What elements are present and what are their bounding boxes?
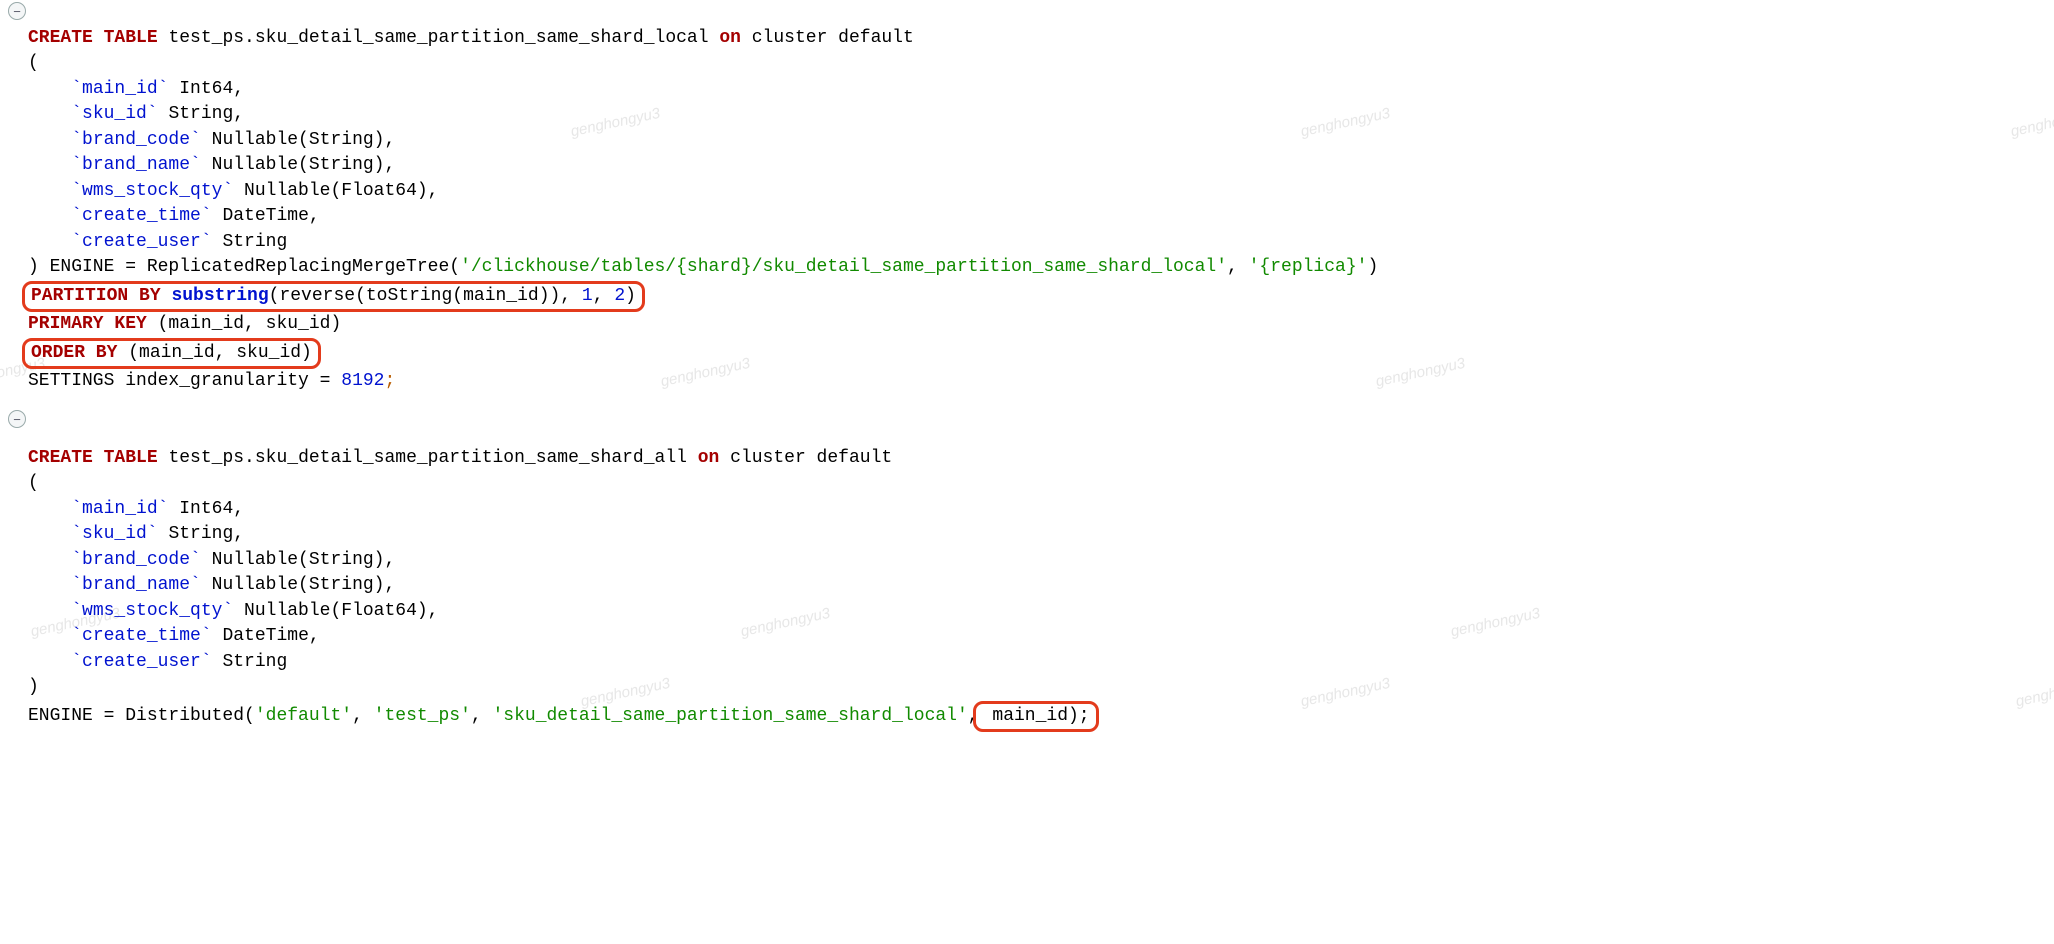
number-literal: 1 [582,286,593,306]
string-literal: '/clickhouse/tables/{shard}/sku_detail_s… [460,257,1227,277]
cluster-clause: cluster default [741,28,914,48]
kw-table: TABLE [104,448,158,468]
settings-clause: SETTINGS index_granularity = [28,371,341,391]
string-literal: 'test_ps' [374,706,471,726]
paren-open: ( [28,53,39,73]
column-wms-stock-qty: `wms_stock_qty` [71,601,233,621]
kw-create: CREATE [28,448,93,468]
paren-open: ( [28,473,39,493]
paren-close: ) [625,286,636,306]
comma: , [593,286,615,306]
paren-close: ) [1367,257,1378,277]
string-literal: '{replica}' [1249,257,1368,277]
column-type: String [212,232,288,252]
highlight-order-by: ORDER BY (main_id, sku_id) [22,338,321,370]
column-type: Nullable(String), [201,550,395,570]
string-literal: 'default' [255,706,352,726]
column-sku-id: `sku_id` [71,524,157,544]
column-type: String, [158,104,244,124]
number-literal: 8192 [341,371,384,391]
highlight-partition-by: PARTITION BY substring(reverse(toString(… [22,281,645,313]
kw-on: on [698,448,720,468]
column-type: Int64, [168,79,244,99]
column-type: Nullable(String), [201,155,395,175]
column-create-time: `create_time` [71,206,211,226]
kw-table: TABLE [104,28,158,48]
fold-minus-icon[interactable]: − [8,410,26,428]
column-brand-name: `brand_name` [71,155,201,175]
order-by-cols: (main_id, sku_id) [117,343,311,363]
table-name: test_ps.sku_detail_same_partition_same_s… [158,448,698,468]
number-literal: 2 [614,286,625,306]
paren-close: ) [28,677,39,697]
table-name: test_ps.sku_detail_same_partition_same_s… [158,28,720,48]
comma: , [1227,257,1249,277]
fold-minus-icon[interactable]: − [8,2,26,20]
shard-key-text: main_id); [982,706,1090,726]
kw-create: CREATE [28,28,93,48]
kw-partition-by: PARTITION BY [31,286,161,306]
column-type: String, [158,524,244,544]
comma: , [352,706,374,726]
kw-primary-key: PRIMARY KEY [28,314,147,334]
column-create-user: `create_user` [71,232,211,252]
column-brand-name: `brand_name` [71,575,201,595]
cluster-clause: cluster default [719,448,892,468]
string-literal: 'sku_detail_same_partition_same_shard_lo… [493,706,968,726]
column-brand-code: `brand_code` [71,550,201,570]
column-create-time: `create_time` [71,626,211,646]
column-type: String [212,652,288,672]
semicolon: ; [384,371,395,391]
column-type: Nullable(Float64), [233,181,438,201]
column-type: Nullable(String), [201,575,395,595]
args-start: (reverse(toString(main_id)), [269,286,582,306]
kw-on: on [719,28,741,48]
column-main-id: `main_id` [71,79,168,99]
column-sku-id: `sku_id` [71,104,157,124]
func-substring: substring [171,286,268,306]
engine-clause-start: ) ENGINE = ReplicatedReplacingMergeTree( [28,257,460,277]
kw-order-by: ORDER BY [31,343,117,363]
column-main-id: `main_id` [71,499,168,519]
column-type: Nullable(String), [201,130,395,150]
column-type: DateTime, [212,206,320,226]
primary-key-cols: (main_id, sku_id) [147,314,341,334]
comma: , [471,706,493,726]
column-type: DateTime, [212,626,320,646]
sql-code-block-1: −CREATE TABLE test_ps.sku_detail_same_pa… [10,0,2054,732]
column-create-user: `create_user` [71,652,211,672]
engine-clause-start: ENGINE = Distributed( [28,706,255,726]
column-type: Int64, [168,499,244,519]
column-wms-stock-qty: `wms_stock_qty` [71,181,233,201]
highlight-shard-key: main_id); [973,701,1099,733]
column-type: Nullable(Float64), [233,601,438,621]
column-brand-code: `brand_code` [71,130,201,150]
